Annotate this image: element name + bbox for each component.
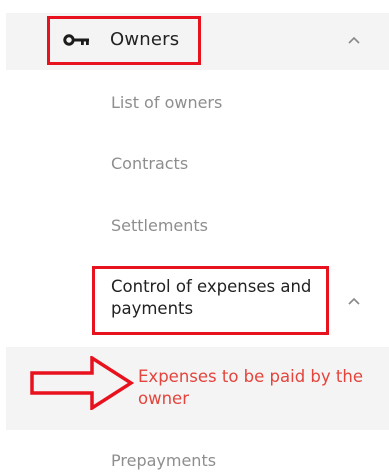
sidebar-menu: Owners List of owners Contracts Settleme… (0, 0, 389, 473)
menu-item-settlements[interactable]: Settlements (111, 216, 208, 235)
chevron-up-icon[interactable] (347, 297, 361, 306)
menu-item-contracts[interactable]: Contracts (111, 154, 188, 173)
chevron-up-icon[interactable] (347, 36, 361, 45)
menu-item-prepayments[interactable]: Prepayments (111, 451, 216, 470)
arrow-right-icon (30, 356, 134, 410)
menu-item-list-of-owners[interactable]: List of owners (111, 93, 222, 112)
highlight-box-owners (47, 16, 201, 65)
menu-item-expenses-to-be-paid[interactable]: Expenses to be paid by the owner (138, 366, 368, 410)
highlight-box-control (92, 266, 329, 335)
